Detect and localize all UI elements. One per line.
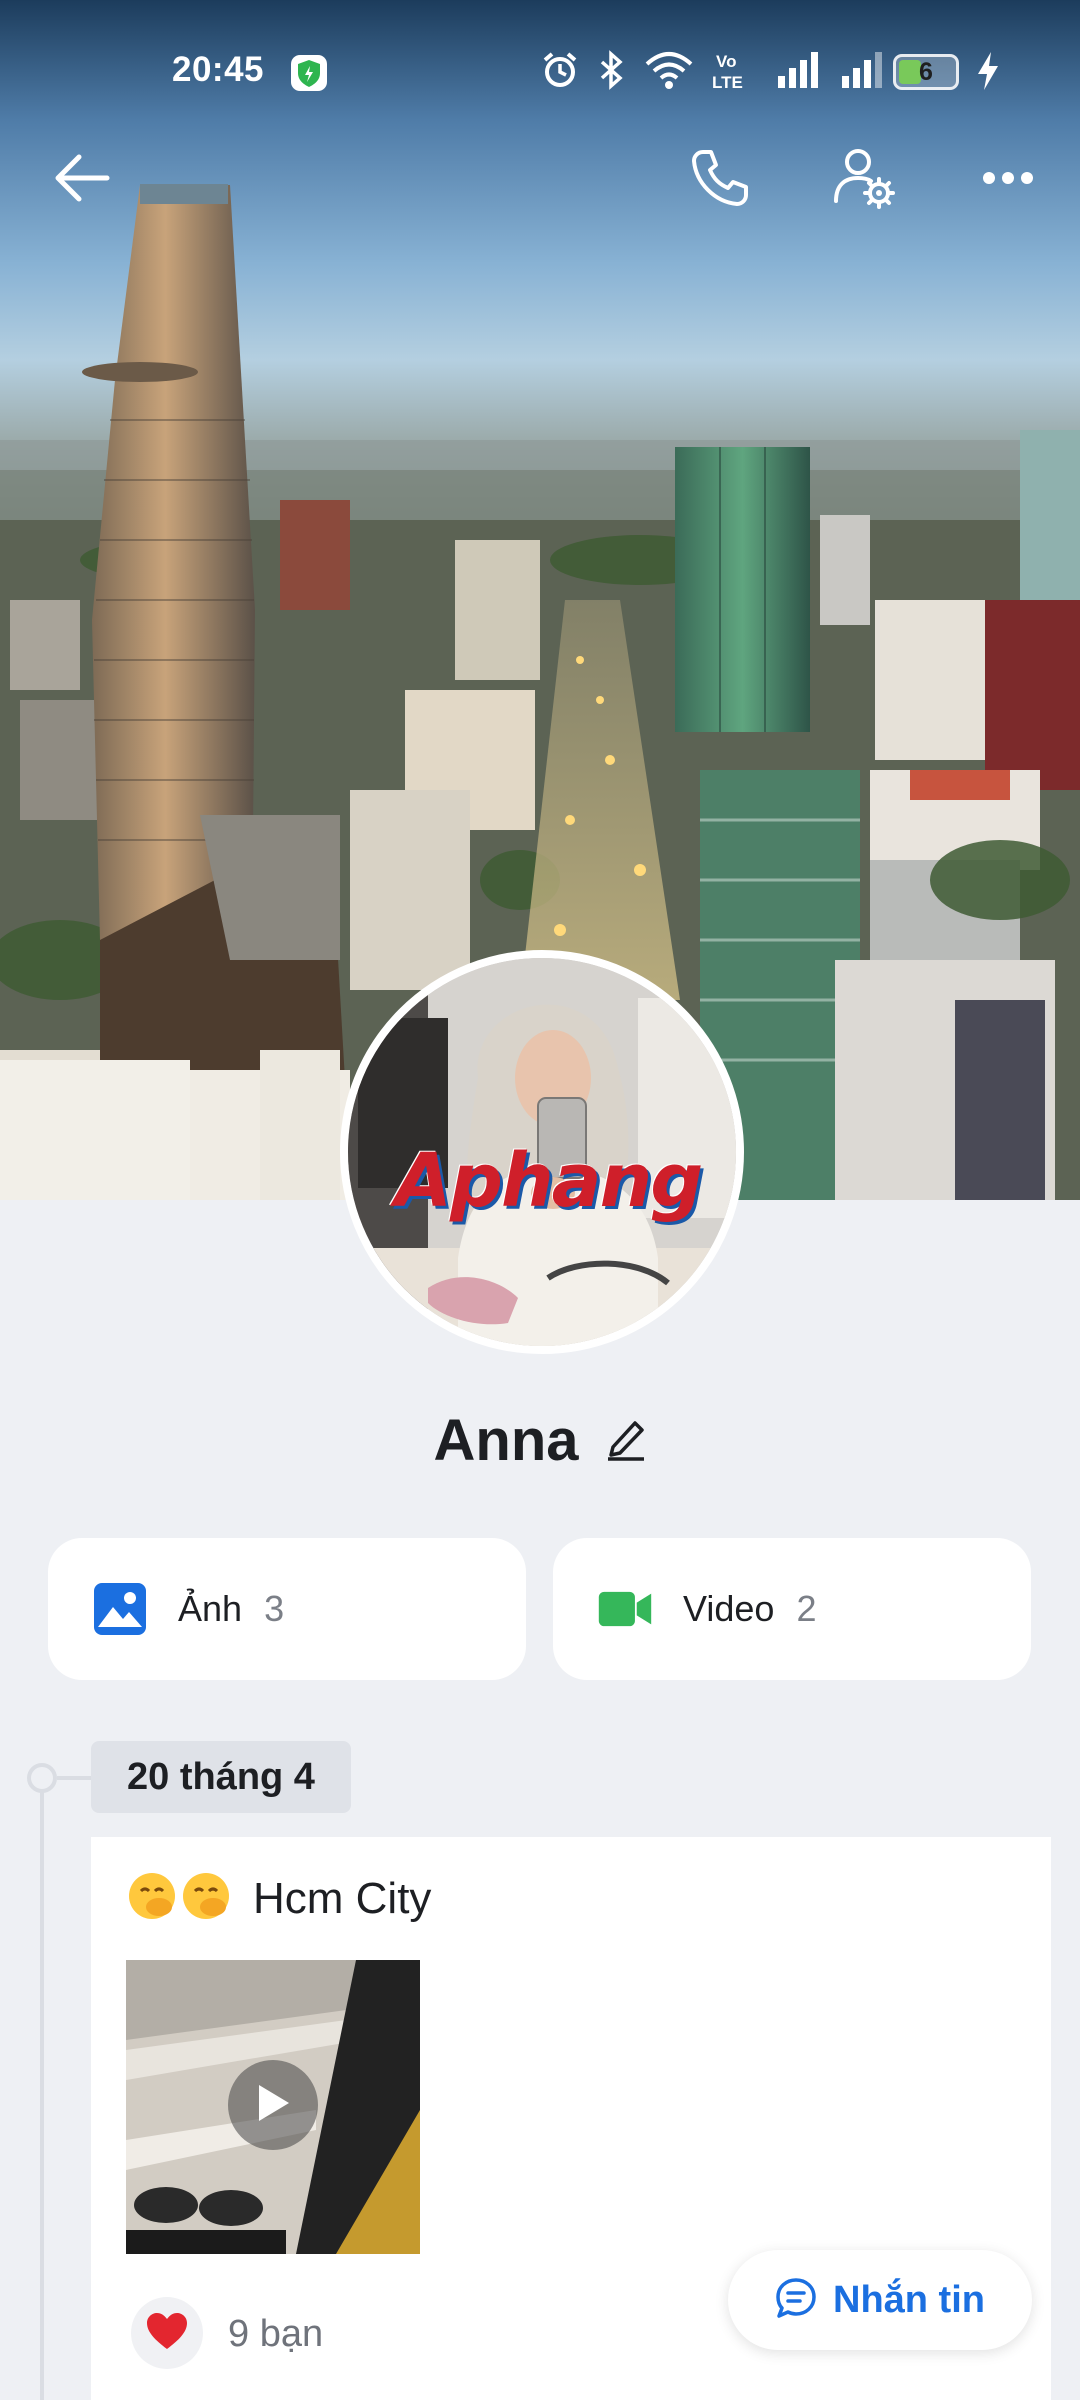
back-button[interactable] [42,140,122,220]
status-bar: 20:45 Vo LTE 6 [0,40,1080,104]
videos-count: 2 [796,1588,817,1629]
heart-icon [145,2311,189,2356]
profile-avatar[interactable]: Aphang [340,950,744,1354]
status-time: 20:45 [172,50,265,89]
profile-settings-button[interactable] [824,140,904,220]
call-button[interactable] [680,140,760,220]
phone-icon [689,147,751,214]
chat-bubble-icon [775,2277,817,2324]
video-camera-icon [597,1581,653,1637]
message-button-label: Nhắn tin [833,2278,985,2321]
wifi-icon [644,50,694,95]
edit-pencil-icon[interactable] [605,1415,647,1466]
signal-strength-icon [776,50,822,95]
alarm-icon [540,50,580,95]
videos-label: Video [683,1588,775,1629]
photos-card[interactable]: Ảnh 3 [48,1538,526,1680]
post-caption: Hcm City [127,1871,431,1926]
play-icon [255,2083,291,2128]
user-settings-icon [831,145,897,216]
post-caption-text: Hcm City [253,1873,432,1923]
battery-level: 6 [919,58,933,86]
charging-bolt-icon [975,50,1001,97]
more-options-button[interactable] [968,140,1048,220]
timeline-dot [27,1763,57,1793]
svg-text:Vo: Vo [716,52,736,71]
signal-strength-2-icon [840,50,886,95]
play-button[interactable] [228,2060,318,2150]
status-icons: Vo LTE [540,48,886,96]
timeline-line [40,1778,44,2400]
svg-text:LTE: LTE [712,73,743,92]
post-video-thumbnail[interactable] [126,1960,420,2254]
avatar-watermark: Aphang [394,1138,704,1224]
profile-name: Anna [433,1407,579,1473]
photos-label: Ảnh [178,1588,243,1629]
face-with-hand-over-mouth-icon [127,1871,231,1926]
photos-count: 3 [264,1588,285,1629]
more-horizontal-icon [981,170,1035,191]
image-icon [92,1581,148,1637]
profile-screen: 20:45 Vo LTE 6 Aphang Anna Ảnh 3 Video 2… [0,0,1080,2400]
timeline-connector [57,1776,91,1780]
battery-icon: 6 [893,54,959,90]
videos-card[interactable]: Video 2 [553,1538,1031,1680]
bluetooth-icon [598,49,626,95]
security-shield-icon [290,54,328,97]
reaction-count: 9 bạn [228,2313,324,2355]
message-button[interactable]: Nhắn tin [728,2250,1032,2350]
profile-name-row: Anna [0,1400,1080,1480]
timeline-date: 20 tháng 4 [91,1741,351,1813]
reaction-button[interactable] [131,2297,203,2369]
volte-icon: Vo LTE [712,48,758,97]
arrow-left-icon [53,153,111,208]
